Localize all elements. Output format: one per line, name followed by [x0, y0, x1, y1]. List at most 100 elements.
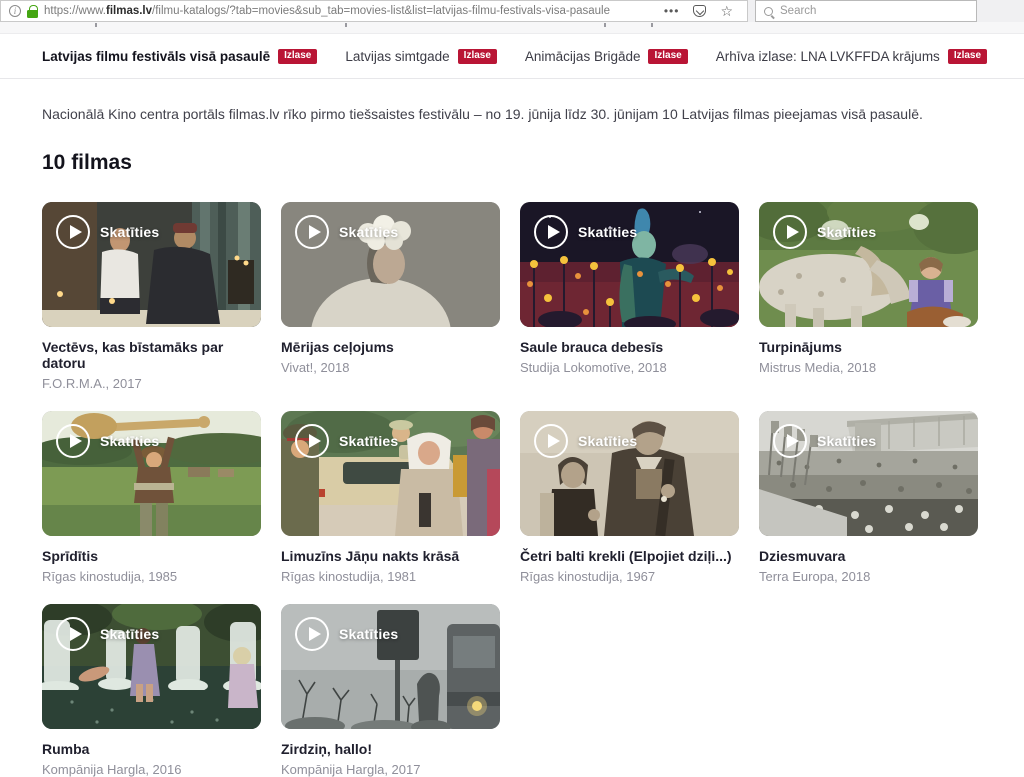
- play-icon: [56, 215, 90, 249]
- play-label: Skatīties: [339, 433, 398, 449]
- play-button[interactable]: Skatīties: [295, 424, 398, 458]
- play-icon: [295, 424, 329, 458]
- section-divider: [0, 78, 1024, 79]
- movie-thumbnail[interactable]: Skatīties: [281, 604, 500, 729]
- izlase-badge: Izlase: [458, 49, 497, 64]
- play-button[interactable]: Skatīties: [534, 215, 637, 249]
- movie-title[interactable]: Četri balti krekli (Elpojiet dziļi...): [520, 548, 739, 564]
- page-actions-icon[interactable]: •••: [664, 6, 680, 16]
- festival-description: Nacionālā Kino centra portāls filmas.lv …: [42, 106, 982, 122]
- play-button[interactable]: Skatīties: [295, 215, 398, 249]
- cut-off-text-remnant: [604, 23, 606, 27]
- movie-thumbnail[interactable]: Skatīties: [759, 202, 978, 327]
- play-button[interactable]: Skatīties: [295, 617, 398, 651]
- url-prefix: https://www.: [44, 5, 106, 17]
- movie-title[interactable]: Saule brauca debesīs: [520, 339, 739, 355]
- filter-animacijas-brigade[interactable]: Animācijas Brigāde Izlase: [525, 49, 688, 64]
- movie-meta: Terra Europa, 2018: [759, 569, 978, 584]
- play-label: Skatīties: [100, 626, 159, 642]
- movie-card: Skatīties Saule brauca debesīs Studija L…: [520, 202, 739, 391]
- movie-title[interactable]: Mērijas ceļojums: [281, 339, 500, 355]
- play-button[interactable]: Skatīties: [773, 215, 876, 249]
- movie-card: Skatīties Limuzīns Jāņu nakts krāsā Rīga…: [281, 411, 500, 584]
- movie-title[interactable]: Turpinājums: [759, 339, 978, 355]
- browser-search-box[interactable]: [755, 0, 977, 22]
- movie-title[interactable]: Dziesmuvara: [759, 548, 978, 564]
- play-label: Skatīties: [817, 433, 876, 449]
- play-icon: [773, 215, 807, 249]
- movie-thumbnail[interactable]: Skatīties: [520, 202, 739, 327]
- play-icon: [56, 617, 90, 651]
- movie-meta: Rīgas kinostudija, 1985: [42, 569, 261, 584]
- movie-card: Skatīties Četri balti krekli (Elpojiet d…: [520, 411, 739, 584]
- movie-title[interactable]: Vectēvs, kas bīstamāks par datoru: [42, 339, 261, 371]
- movie-title[interactable]: Sprīdītis: [42, 548, 261, 564]
- play-label: Skatīties: [339, 626, 398, 642]
- filter-label: Latvijas simtgade: [345, 49, 449, 64]
- movie-title[interactable]: Rumba: [42, 741, 261, 757]
- search-icon: [764, 7, 773, 16]
- browser-toolbar: i https://www.filmas.lv/filmu-katalogs/?…: [0, 0, 1024, 22]
- filter-label: Animācijas Brigāde: [525, 49, 641, 64]
- movie-meta: Rīgas kinostudija, 1981: [281, 569, 500, 584]
- movie-card: Skatīties Vectēvs, kas bīstamāks par dat…: [42, 202, 261, 391]
- izlase-badge: Izlase: [948, 49, 987, 64]
- play-label: Skatīties: [100, 433, 159, 449]
- movie-card: Skatīties Rumba Kompānija Hargla, 2016: [42, 604, 261, 777]
- movie-meta: Studija Lokomotīve, 2018: [520, 360, 739, 375]
- movie-thumbnail[interactable]: Skatīties: [281, 202, 500, 327]
- play-button[interactable]: Skatīties: [56, 215, 159, 249]
- page-info-icon[interactable]: i: [9, 5, 21, 17]
- play-icon: [56, 424, 90, 458]
- toolbar-filler: [977, 0, 1024, 22]
- cut-off-text-remnant: [651, 23, 653, 27]
- scrolled-content-strip: [0, 22, 1024, 34]
- https-padlock-icon[interactable]: [27, 5, 38, 18]
- url-path: /filmu-katalogs/?tab=movies&sub_tab=movi…: [152, 5, 610, 17]
- play-icon: [534, 424, 568, 458]
- collection-filter-row: Latvijas filmu festivāls visā pasaulē Iz…: [42, 49, 1024, 64]
- address-bar[interactable]: i https://www.filmas.lv/filmu-katalogs/?…: [0, 0, 748, 22]
- movie-meta: Vivat!, 2018: [281, 360, 500, 375]
- play-label: Skatīties: [578, 433, 637, 449]
- movie-meta: Rīgas kinostudija, 1967: [520, 569, 739, 584]
- movie-thumbnail[interactable]: Skatīties: [42, 202, 261, 327]
- bookmark-star-icon[interactable]: ☆: [720, 4, 733, 18]
- url-text[interactable]: https://www.filmas.lv/filmu-katalogs/?ta…: [44, 5, 652, 17]
- play-icon: [295, 215, 329, 249]
- movie-card: Skatīties Mērijas ceļojums Vivat!, 2018: [281, 202, 500, 391]
- izlase-badge: Izlase: [278, 49, 317, 64]
- filter-arhiva-izlase[interactable]: Arhīva izlase: LNA LVKFFDA krājums Izlas…: [716, 49, 987, 64]
- movie-thumbnail[interactable]: Skatīties: [520, 411, 739, 536]
- filter-latvijas-simtgade[interactable]: Latvijas simtgade Izlase: [345, 49, 497, 64]
- url-actions: ••• ☆: [658, 4, 739, 18]
- movie-card: Skatīties Sprīdītis Rīgas kinostudija, 1…: [42, 411, 261, 584]
- search-input[interactable]: [780, 5, 968, 17]
- movie-thumbnail[interactable]: Skatīties: [42, 604, 261, 729]
- url-domain: filmas.lv: [106, 5, 152, 17]
- pocket-icon[interactable]: [693, 5, 706, 17]
- play-icon: [295, 617, 329, 651]
- movie-thumbnail[interactable]: Skatīties: [42, 411, 261, 536]
- play-label: Skatīties: [100, 224, 159, 240]
- movie-title[interactable]: Limuzīns Jāņu nakts krāsā: [281, 548, 500, 564]
- movie-card: Skatīties Turpinājums Mistrus Media, 201…: [759, 202, 978, 391]
- movie-card: Skatīties Dziesmuvara Terra Europa, 2018: [759, 411, 978, 584]
- play-label: Skatīties: [578, 224, 637, 240]
- izlase-badge: Izlase: [648, 49, 687, 64]
- play-button[interactable]: Skatīties: [56, 424, 159, 458]
- play-button[interactable]: Skatīties: [773, 424, 876, 458]
- play-label: Skatīties: [339, 224, 398, 240]
- movie-grid: Skatīties Vectēvs, kas bīstamāks par dat…: [42, 202, 982, 777]
- movie-meta: F.O.R.M.A., 2017: [42, 376, 261, 391]
- movie-thumbnail[interactable]: Skatīties: [759, 411, 978, 536]
- movie-thumbnail[interactable]: Skatīties: [281, 411, 500, 536]
- play-label: Skatīties: [817, 224, 876, 240]
- play-button[interactable]: Skatīties: [534, 424, 637, 458]
- play-button[interactable]: Skatīties: [56, 617, 159, 651]
- filter-festival-visa-pasaule[interactable]: Latvijas filmu festivāls visā pasaulē Iz…: [42, 49, 317, 64]
- movie-title[interactable]: Zirdziņ, hallo!: [281, 741, 500, 757]
- play-icon: [534, 215, 568, 249]
- results-count-heading: 10 filmas: [42, 151, 982, 175]
- play-icon: [773, 424, 807, 458]
